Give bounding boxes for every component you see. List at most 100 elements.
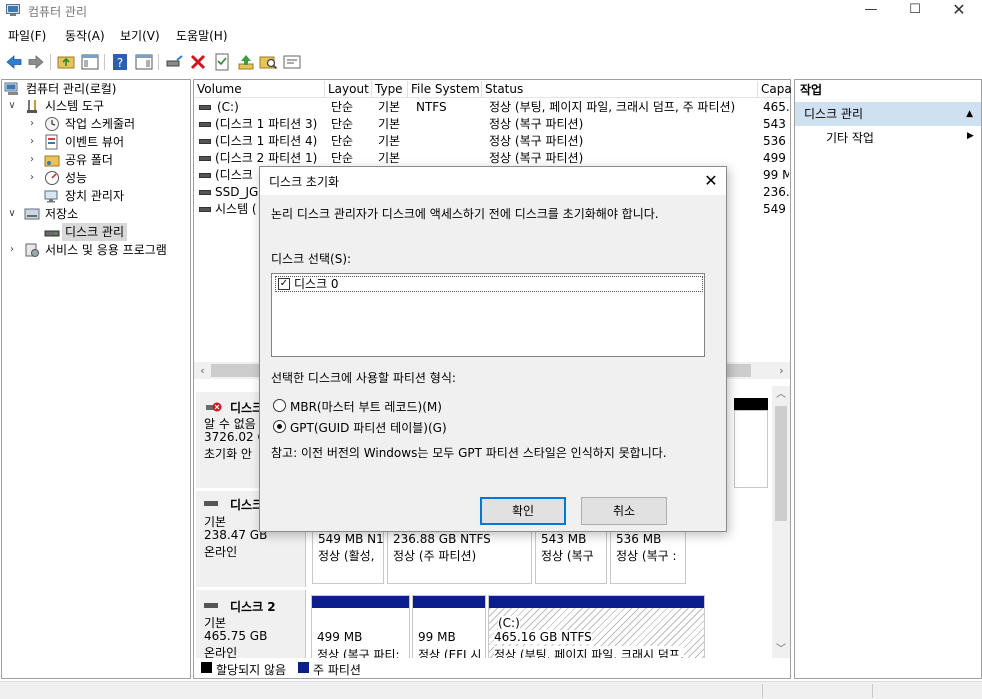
chevron-right-icon[interactable]: › <box>26 169 38 187</box>
gpt-label[interactable]: GPT(GUID 파티션 테이블)(G) <box>290 419 447 436</box>
scroll-right-icon[interactable]: › <box>773 362 790 379</box>
chevron-right-icon[interactable]: › <box>6 241 18 259</box>
disk-list-item[interactable]: ✓ 디스크 0 <box>275 276 703 292</box>
volume-capacity: 465.1 <box>763 100 789 114</box>
submenu-arrow-icon[interactable]: ▶ <box>967 131 974 141</box>
volume-status: 정상 (복구 파티션) <box>489 134 584 148</box>
partition[interactable]: 536 MB 정상 (복구 : <box>610 524 686 584</box>
disk-2-label[interactable]: 디스크 2 기본 465.75 GB 온라인 <box>196 590 306 658</box>
action-pane-icon[interactable] <box>134 52 154 72</box>
cancel-button[interactable]: 취소 <box>581 497 667 525</box>
scroll-left-icon[interactable]: ‹ <box>194 362 211 379</box>
scrollbar-thumb[interactable] <box>775 406 787 521</box>
upload-icon[interactable] <box>236 52 256 72</box>
tree-label: 장치 관리자 <box>65 189 125 203</box>
maximize-button[interactable]: ☐ <box>892 0 938 22</box>
disk-list[interactable]: ✓ 디스크 0 <box>271 273 705 357</box>
gpt-radio[interactable] <box>273 420 286 433</box>
volume-name: (디스크 2 파티션 1) <box>215 151 318 165</box>
rescan-disk-icon[interactable] <box>282 52 302 72</box>
disk-icon <box>204 603 218 608</box>
partition-size: 236.88 GB NTFS <box>393 532 491 546</box>
volume-layout: 단순 <box>331 100 354 114</box>
volume-type: 기본 <box>378 151 401 165</box>
computer-management-icon <box>4 82 18 95</box>
disk-list-item-label: 디스크 0 <box>294 277 339 291</box>
drive-icon <box>199 105 211 110</box>
table-row[interactable]: (디스크 2 파티션 1) 단순 기본 정상 (복구 파티션) 499 I <box>195 150 789 167</box>
dialog-instruction: 논리 디스크 관리자가 디스크에 액세스하기 전에 디스크를 초기화해야 합니다… <box>271 207 659 221</box>
volume-status: 정상 (부팅, 페이지 파일, 크래시 덤프, 주 파티션) <box>489 100 736 114</box>
help-icon[interactable]: ? <box>110 52 130 72</box>
dialog-close-button[interactable]: ✕ <box>698 169 724 193</box>
volume-layout: 단순 <box>331 117 354 131</box>
chevron-down-icon[interactable]: ∨ <box>6 97 18 115</box>
chevron-down-icon[interactable]: ∨ <box>6 205 18 223</box>
back-arrow-icon[interactable] <box>4 52 24 72</box>
volume-layout: 단순 <box>331 134 354 148</box>
drive-icon <box>199 139 211 144</box>
menu-file[interactable]: 파일(F) <box>8 27 46 44</box>
table-row[interactable]: (C:) 단순 기본 NTFS 정상 (부팅, 페이지 파일, 크래시 덤프, … <box>195 99 789 116</box>
chevron-right-icon[interactable]: › <box>26 115 38 133</box>
forward-arrow-icon[interactable] <box>26 52 46 72</box>
table-row[interactable]: (디스크 1 파티션 3) 단순 기본 정상 (복구 파티션) 543 I <box>195 116 789 133</box>
unallocated-region[interactable] <box>734 410 768 488</box>
partition[interactable]: 236.88 GB NTFS 정상 (주 파티션) <box>387 524 532 584</box>
partition-c[interactable]: (C:) 465.16 GB NTFS 정상 (부팅, 페이지 파일, 크래시 … <box>488 595 705 658</box>
partition-style-label: 선택한 디스크에 사용할 파티션 형식: <box>271 371 456 385</box>
chevron-right-icon[interactable]: › <box>26 133 38 151</box>
partition[interactable]: 499 MB 정상 (복구 파티: <box>311 595 410 658</box>
menu-view[interactable]: 보기(V) <box>120 27 160 44</box>
table-row[interactable]: (디스크 1 파티션 4) 단순 기본 정상 (복구 파티션) 536 I <box>195 133 789 150</box>
properties-icon[interactable] <box>212 52 232 72</box>
delete-icon[interactable] <box>188 52 208 72</box>
volume-capacity: 99 M <box>763 168 789 182</box>
connect-drive-icon[interactable] <box>164 52 184 72</box>
mbr-label[interactable]: MBR(마스터 부트 레코드)(M) <box>290 398 442 415</box>
tree-label: 서비스 및 응용 프로그램 <box>45 243 167 257</box>
select-disk-label: 디스크 선택(S): <box>271 252 352 266</box>
mbr-radio[interactable] <box>273 399 286 412</box>
menu-action[interactable]: 동작(A) <box>65 27 105 44</box>
window-title: 컴퓨터 관리 <box>28 5 88 19</box>
volume-capacity: 236.8 <box>763 185 789 199</box>
tree-label: 디스크 관리 <box>62 223 128 241</box>
actions-more[interactable]: 기타 작업 <box>826 129 874 146</box>
disk-0-checkbox[interactable]: ✓ <box>278 278 290 290</box>
search-folder-icon[interactable] <box>258 52 278 72</box>
minimize-button[interactable]: — <box>848 0 894 22</box>
primary-partition-bar <box>312 596 409 608</box>
volume-fs: NTFS <box>416 100 447 114</box>
close-window-button[interactable]: ✕ <box>936 0 982 22</box>
dialog-note: 참고: 이전 버전의 Windows는 모두 GPT 파티션 스타일은 인식하지… <box>271 446 667 460</box>
console-tree-icon[interactable] <box>80 52 100 72</box>
disk-icon <box>204 501 218 506</box>
vertical-scrollbar[interactable]: ︿ ﹀ <box>772 386 790 658</box>
status-bar <box>0 681 982 699</box>
ok-button[interactable]: 확인 <box>480 497 566 525</box>
up-folder-icon[interactable] <box>56 52 76 72</box>
column-header-file-system[interactable]: File System <box>408 81 482 98</box>
volume-type: 기본 <box>378 117 401 131</box>
collapse-triangle-icon[interactable]: ▲ <box>966 102 973 126</box>
tree-label: 시스템 도구 <box>45 99 105 113</box>
column-header-capacity[interactable]: Capa <box>758 81 792 98</box>
primary-partition-bar <box>413 596 485 608</box>
partition[interactable]: 99 MB 정상 (EFI 시 <box>412 595 486 658</box>
scroll-down-icon[interactable]: ﹀ <box>772 641 790 658</box>
column-header-layout[interactable]: Layout <box>325 81 372 98</box>
column-header-status[interactable]: Status <box>482 81 758 98</box>
tree-label: 공유 폴더 <box>65 153 113 167</box>
actions-disk-management[interactable]: 디스크 관리 ▲ <box>795 102 981 126</box>
partition[interactable]: 549 MB N1 정상 (활성, <box>312 524 384 584</box>
column-header-type[interactable]: Type <box>372 81 408 98</box>
volume-status: 정상 (복구 파티션) <box>489 117 584 131</box>
scroll-up-icon[interactable]: ︿ <box>772 386 790 403</box>
unallocated-swatch <box>201 662 212 673</box>
menu-help[interactable]: 도움말(H) <box>176 27 228 44</box>
partition[interactable]: 543 MB 정상 (복구 <box>535 524 607 584</box>
partition-size: 99 MB <box>418 630 456 644</box>
column-header-volume[interactable]: Volume <box>194 81 325 98</box>
chevron-right-icon[interactable]: › <box>26 151 38 169</box>
